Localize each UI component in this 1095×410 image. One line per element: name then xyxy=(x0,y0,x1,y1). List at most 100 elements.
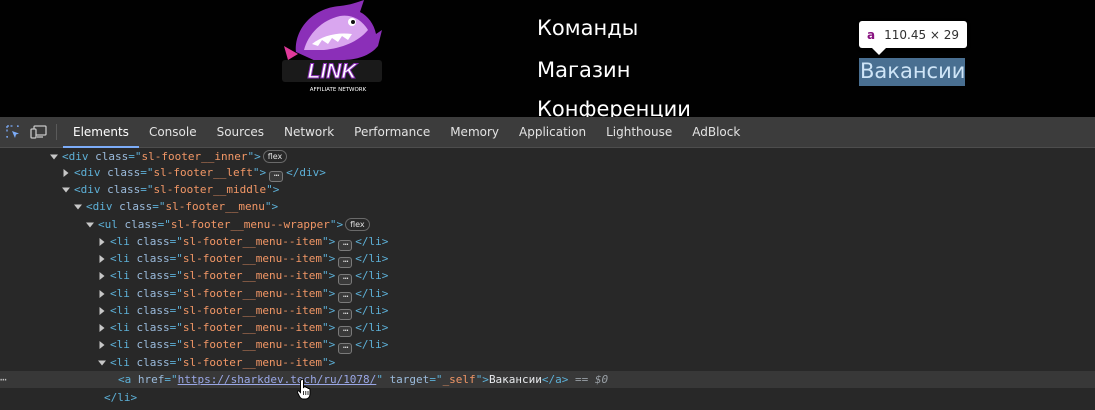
svg-text:AFFILIATE NETWORK: AFFILIATE NETWORK xyxy=(310,87,367,93)
collapsed-triangle-icon[interactable] xyxy=(97,302,107,319)
dom-node-code: <ul class="sl-footer__menu--wrapper"> fle… xyxy=(98,216,372,233)
tag-end: </li> xyxy=(355,338,389,351)
tab-elements[interactable]: Elements xyxy=(63,117,139,148)
dom-tree-row-selected[interactable]: ⋯ <a href="https://sharkdev.tech/ru/1078/… xyxy=(0,371,1095,388)
menu-link-teams[interactable]: Команды xyxy=(537,16,638,40)
expanded-triangle-icon[interactable] xyxy=(61,181,71,198)
attr-name: class xyxy=(124,218,158,231)
menu-link-vacancies-highlighted[interactable]: Вакансии xyxy=(859,58,966,86)
svg-text:LINK: LINK xyxy=(308,60,359,83)
menu-link-conferences[interactable]: Конференции xyxy=(537,97,691,117)
dom-tree-row[interactable]: <ul class="sl-footer__menu--wrapper"> fle… xyxy=(0,216,1095,233)
attr-name: target xyxy=(389,373,430,386)
collapsed-triangle-icon[interactable] xyxy=(97,250,107,267)
dom-node-code: <li class="sl-footer__menu--item">… </li> xyxy=(110,285,388,303)
element-size-tooltip: a 110.45 × 29 xyxy=(859,21,968,48)
tag-end: </li> xyxy=(355,321,389,334)
dom-tree-row[interactable]: <li class="sl-footer__menu--item">… </li> xyxy=(0,302,1095,320)
attr-eq: =" xyxy=(169,252,183,265)
tag-open: <li xyxy=(110,235,130,248)
dom-tree-row[interactable]: </li> xyxy=(0,389,1095,406)
dom-node-code: <div class="sl-footer__middle"> xyxy=(74,181,279,198)
attr-value: sl-footer__menu xyxy=(165,200,265,213)
flex-badge[interactable]: flex xyxy=(345,218,370,231)
tag-open: <li xyxy=(110,338,130,351)
tab-performance[interactable]: Performance xyxy=(344,117,440,147)
tag-close: > xyxy=(328,287,336,300)
collapsed-triangle-icon[interactable] xyxy=(97,285,107,302)
tab-network[interactable]: Network xyxy=(274,117,344,147)
tag-close: > xyxy=(271,200,279,213)
attr-value: sl-footer__menu--item xyxy=(182,356,322,369)
ellipsis-expand-icon[interactable]: … xyxy=(338,273,353,285)
attr-name: class xyxy=(136,235,170,248)
dom-node-code: <li class="sl-footer__menu--item"> xyxy=(110,354,335,371)
href-link[interactable]: https://sharkdev.tech/ru/1078/ xyxy=(178,373,377,386)
dom-tree-row[interactable]: <div class="sl-footer__menu"> xyxy=(0,198,1095,215)
attr-name: class xyxy=(95,150,129,163)
tag-close: > xyxy=(328,304,336,317)
attr-name: class xyxy=(107,183,141,196)
expanded-triangle-icon[interactable] xyxy=(73,198,83,215)
dom-tree-row[interactable]: <div class="sl-footer__inner"> flex xyxy=(0,148,1095,165)
dom-tree-row[interactable]: <div class="sl-footer__left">… </div> xyxy=(0,164,1095,182)
tag-open: <div xyxy=(86,200,113,213)
tab-console[interactable]: Console xyxy=(139,117,207,147)
collapsed-triangle-icon[interactable] xyxy=(97,233,107,250)
attr-name: class xyxy=(136,338,170,351)
attr-value: sl-footer__menu--item xyxy=(182,235,322,248)
tooltip-tag: a xyxy=(867,27,876,42)
expanded-triangle-icon[interactable] xyxy=(49,148,59,165)
tag-end: </a> xyxy=(541,373,569,386)
collapsed-triangle-icon[interactable] xyxy=(97,336,107,353)
tag-close: "> xyxy=(475,373,489,386)
dom-tree-row[interactable]: <li class="sl-footer__menu--item">… </li> xyxy=(0,267,1095,285)
attr-name: class xyxy=(136,269,170,282)
dom-node-code: <div class="sl-footer__menu"> xyxy=(86,198,278,215)
attr-quote: " xyxy=(321,269,329,282)
dom-tree-row[interactable]: <li class="sl-footer__menu--item">… </li> xyxy=(0,285,1095,303)
attr-quote: " xyxy=(321,321,329,334)
attr-value: sl-footer__left xyxy=(153,166,253,179)
dom-tree-row[interactable]: <li class="sl-footer__menu--item"> xyxy=(0,354,1095,371)
tab-memory[interactable]: Memory xyxy=(440,117,509,147)
dom-tree-row[interactable]: <li class="sl-footer__menu--item">… </li> xyxy=(0,336,1095,354)
attr-quote: " xyxy=(266,183,273,196)
devtools-toolbar: Elements Console Sources Network Perform… xyxy=(0,117,1095,148)
dom-node-code: <a href="https://sharkdev.tech/ru/1078/"… xyxy=(118,371,608,388)
collapsed-triangle-icon[interactable] xyxy=(97,319,107,336)
expanded-triangle-icon[interactable] xyxy=(97,354,107,371)
selected-marker: == $0 xyxy=(575,373,609,386)
node-text: Вакансии xyxy=(488,373,542,386)
attr-eq: =" xyxy=(157,218,171,231)
device-toolbar-icon[interactable] xyxy=(26,117,52,147)
tab-application[interactable]: Application xyxy=(509,117,596,147)
dom-tree-row[interactable]: <li class="sl-footer__menu--item">… </li> xyxy=(0,233,1095,251)
tag-end: </div> xyxy=(286,166,326,179)
tab-lighthouse[interactable]: Lighthouse xyxy=(596,117,682,147)
dom-tree-row[interactable]: <li class="sl-footer__menu--item">… </li> xyxy=(0,250,1095,268)
inspect-element-icon[interactable] xyxy=(0,117,26,147)
tab-sources[interactable]: Sources xyxy=(207,117,274,147)
flex-badge[interactable]: flex xyxy=(262,150,288,163)
attr-value: sl-footer__menu--item xyxy=(182,252,322,265)
attr-quote: " xyxy=(321,235,329,248)
attr-value: sl-footer__menu--item xyxy=(182,304,322,317)
attr-value: sl-footer__middle xyxy=(153,183,267,196)
expanded-triangle-icon[interactable] xyxy=(85,216,95,233)
tag-close: > xyxy=(254,150,261,163)
attr-name: class xyxy=(136,287,170,300)
tag-end: </li> xyxy=(355,269,389,282)
attr-eq: =" xyxy=(152,200,166,213)
tab-adblock[interactable]: AdBlock xyxy=(682,117,750,147)
menu-link-shop[interactable]: Магазин xyxy=(537,58,630,82)
dom-tree-row[interactable]: <div class="sl-footer__middle"> xyxy=(0,181,1095,198)
ellipsis-expand-icon[interactable]: … xyxy=(338,342,353,354)
collapsed-triangle-icon[interactable] xyxy=(61,164,71,181)
dom-tree-row[interactable]: <li class="sl-footer__menu--item">… </li> xyxy=(0,319,1095,337)
tag-open: <ul xyxy=(98,218,118,231)
collapsed-triangle-icon[interactable] xyxy=(97,267,107,284)
